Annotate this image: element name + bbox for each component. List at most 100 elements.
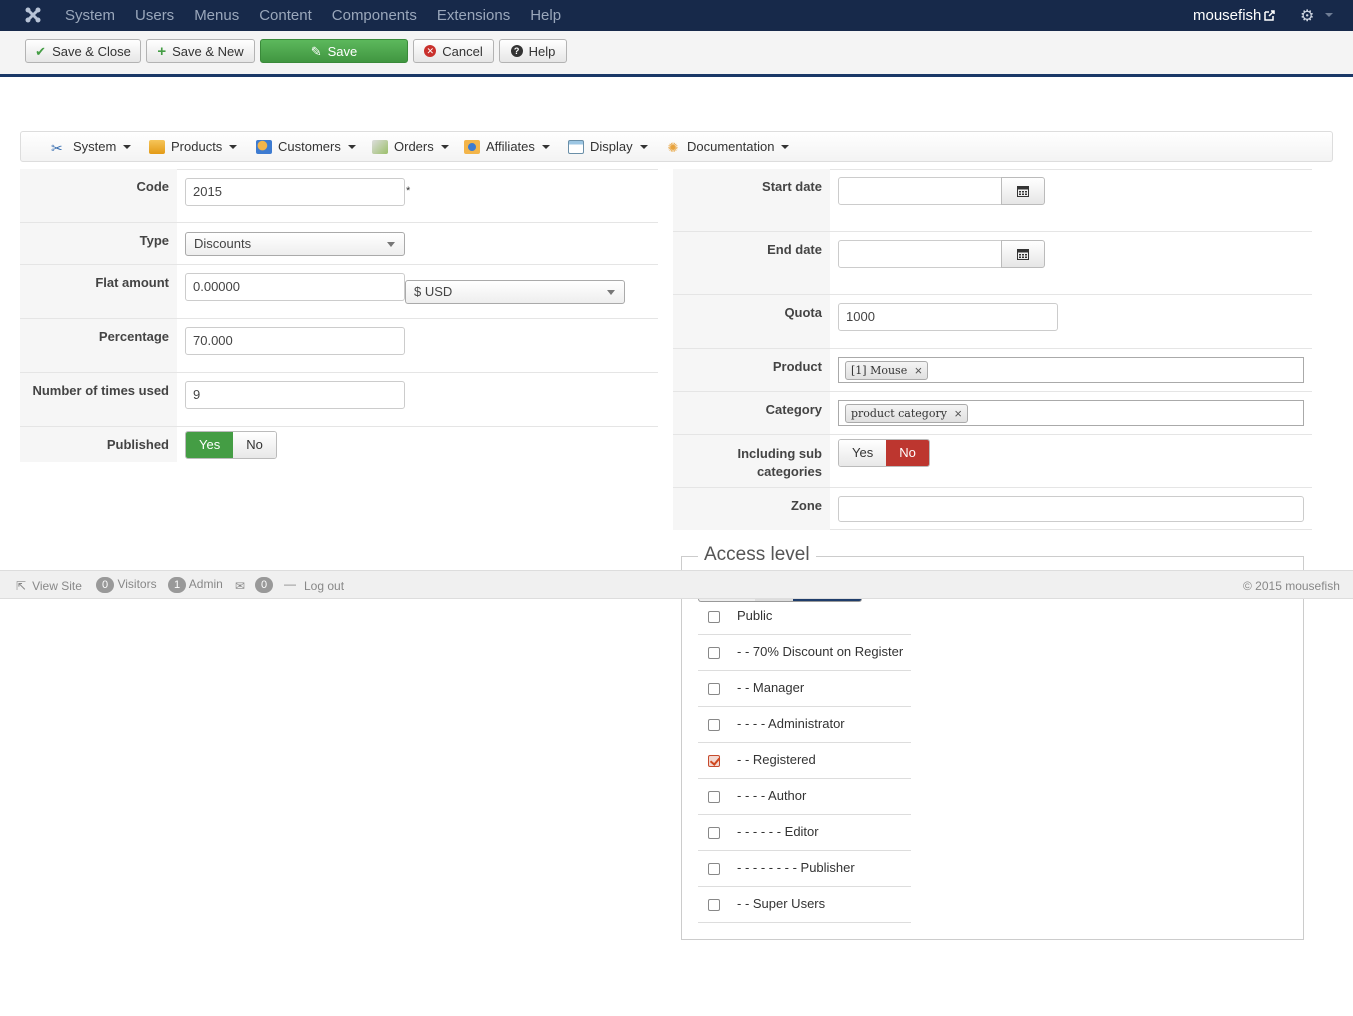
zone-input[interactable] [838,496,1304,522]
joomla-logo-icon[interactable] [24,6,42,24]
type-select[interactable]: Discounts [185,232,405,256]
caret-down-icon [639,144,648,149]
published-no[interactable]: No [233,432,276,458]
access-item: - - - - Author [698,779,911,815]
product-tag: [1] Mouse × [845,361,929,380]
access-checkbox[interactable] [708,719,720,731]
times-used-input[interactable]: 9 [185,381,405,409]
caret-down-icon [781,144,790,149]
envelope-icon: ✉ [235,579,246,593]
subnav-system[interactable]: ✂ System [51,139,132,156]
subnav-display[interactable]: Display [568,139,648,154]
access-checkbox[interactable] [708,827,720,839]
save-new-button[interactable]: + Save & New [146,39,255,63]
access-item-label: - - - - - - Editor [737,824,819,839]
component-menu: ✂ System Products Customers Orders Affili… [20,131,1333,162]
logout-link[interactable]: Log out [304,579,344,593]
products-icon [149,139,165,154]
published-yes[interactable]: Yes [186,432,234,458]
access-checkbox[interactable] [708,683,720,695]
save-close-button[interactable]: ✔ Save & Close [25,39,141,63]
dropdown-arrow-icon [387,242,395,247]
display-icon [568,139,584,154]
menu-menus[interactable]: Menus [194,7,239,24]
zone-label: Zone [673,488,830,530]
access-checkbox[interactable] [708,611,720,623]
external-link-icon: ⇱ [16,579,27,593]
main-menu: System Users Menus Content Components Ex… [65,0,581,31]
messages-badge[interactable]: 0 [255,577,274,593]
menu-users[interactable]: Users [135,7,174,24]
end-calendar-button[interactable] [1001,240,1045,268]
site-name: mousefish [1193,7,1262,24]
help-button[interactable]: ? Help [499,39,567,63]
subnav-orders[interactable]: Orders [372,139,449,154]
access-checkbox[interactable] [708,899,720,911]
currency-select[interactable]: $ USD [405,280,625,304]
remove-icon[interactable]: × [915,362,923,379]
access-checkbox[interactable] [708,863,720,875]
access-item-label: Public [737,608,773,623]
caret-down-icon [440,144,449,149]
external-link-icon [1264,10,1276,21]
cancel-button[interactable]: ✕ Cancel [413,39,494,63]
access-item: Public [698,599,911,635]
access-item-label: - - 70% Discount on Register [737,644,904,659]
access-checkbox[interactable] [708,791,720,803]
chevron-down-icon[interactable] [1325,13,1333,17]
menu-components[interactable]: Components [332,7,417,24]
gear-icon[interactable]: ⚙ [1300,6,1314,26]
flat-label: Flat amount [20,265,177,319]
access-item-label: - - Super Users [737,896,826,911]
flat-amount-input[interactable]: 0.00000 [185,273,405,301]
save-button[interactable]: ✎ Save [260,39,408,63]
subcat-no[interactable]: No [886,440,929,466]
end-date-input[interactable] [838,240,1003,268]
menu-content[interactable]: Content [259,7,312,24]
customers-icon [256,139,272,154]
access-checkbox[interactable] [708,647,720,659]
remove-icon[interactable]: × [954,405,962,422]
documentation-icon: ✺ [667,139,679,155]
percentage-label: Percentage [20,319,177,372]
edit-icon: ✎ [310,43,322,59]
subnav-customers[interactable]: Customers [256,139,356,154]
access-item: - - - - - - - - Publisher [698,851,911,887]
visitors-status[interactable]: 0 Visitors [96,577,157,593]
admin-status[interactable]: 1 Admin [168,577,223,593]
percentage-input[interactable]: 70.000 [185,327,405,355]
access-checkbox[interactable] [708,755,720,767]
status-bar: ⇱ View Site 0 Visitors 1 Admin ✉ 0 — Log … [0,570,1353,599]
subcat-yes[interactable]: Yes [839,440,887,466]
code-input[interactable]: 2015 [185,178,405,206]
published-label: Published [20,427,177,462]
access-item: - - Manager [698,671,911,707]
start-date-input[interactable] [838,177,1003,205]
menu-help[interactable]: Help [530,7,561,24]
view-site-link[interactable]: ⇱ View Site [16,579,82,593]
subnav-products[interactable]: Products [149,139,238,154]
subnav-affiliates[interactable]: Affiliates [464,139,550,154]
cancel-icon: ✕ [424,45,437,57]
subnav-documentation[interactable]: ✺ Documentation [665,139,790,155]
quota-input[interactable]: 1000 [838,303,1058,331]
menu-system[interactable]: System [65,7,115,24]
product-select[interactable]: [1] Mouse × [838,357,1304,383]
subcat-toggle: Yes No [838,439,930,467]
access-item: - - - - - - Editor [698,815,911,851]
caret-down-icon [123,144,132,149]
menu-extensions[interactable]: Extensions [437,7,510,24]
access-item-label: - - - - Administrator [737,716,845,731]
start-label: Start date [673,169,830,232]
type-label: Type [20,223,177,264]
category-select[interactable]: product category × [838,400,1304,426]
category-label: Category [673,392,830,435]
start-calendar-button[interactable] [1001,177,1045,205]
required-mark: * [406,185,411,197]
times-label: Number of times used [20,373,177,426]
check-icon: ✔ [35,43,47,59]
subcat-label: Including sub categories [673,435,830,488]
code-label: Code [20,169,177,223]
site-link[interactable]: mousefish [1193,7,1276,24]
minus-icon: — [284,577,296,591]
